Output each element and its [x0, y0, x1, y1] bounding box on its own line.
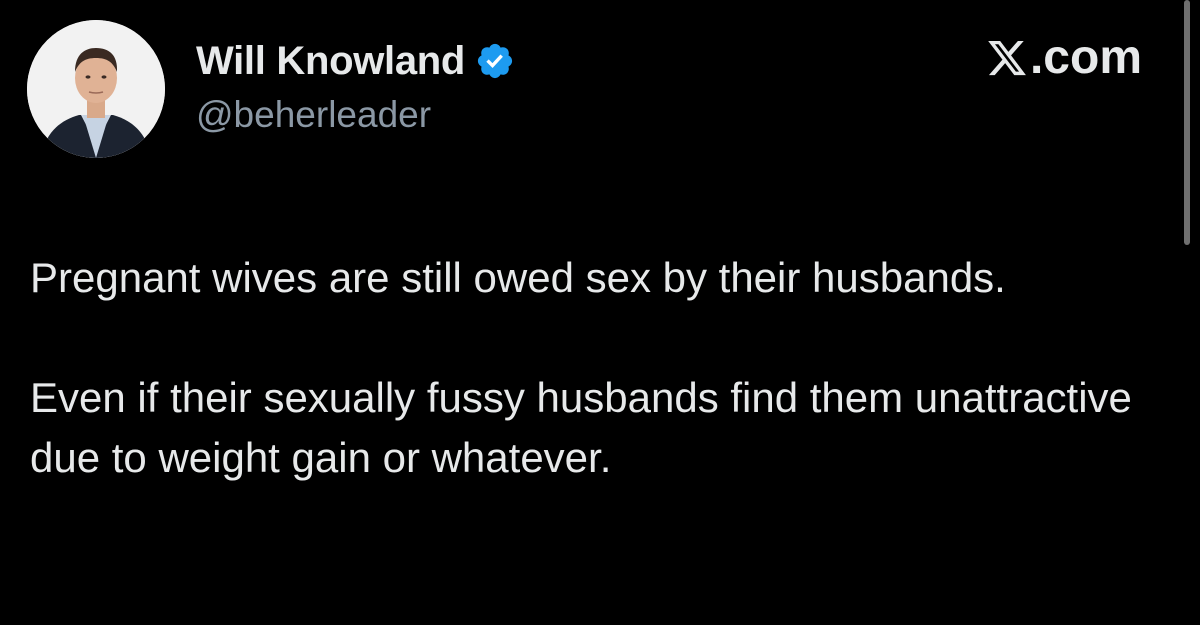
verified-badge-icon [475, 41, 515, 81]
avatar-portrait-icon [27, 20, 165, 158]
x-logo-icon [986, 36, 1028, 80]
tweet-card: Will Knowland @beherleader .com Pregnant… [0, 0, 1200, 625]
brand-label: .com [1029, 31, 1142, 84]
tweet-paragraph: Even if their sexually fussy husbands fi… [30, 374, 1132, 481]
author-display-name[interactable]: Will Knowland [196, 39, 465, 84]
author-block: Will Knowland @beherleader [196, 38, 515, 136]
author-handle[interactable]: @beherleader [196, 94, 515, 136]
brand-watermark: .com [986, 30, 1142, 85]
scrollbar[interactable] [1184, 0, 1190, 245]
tweet-paragraph: Pregnant wives are still owed sex by the… [30, 254, 1006, 301]
author-name-row: Will Knowland [196, 38, 515, 84]
avatar[interactable] [27, 20, 165, 158]
tweet-text: Pregnant wives are still owed sex by the… [30, 248, 1150, 488]
